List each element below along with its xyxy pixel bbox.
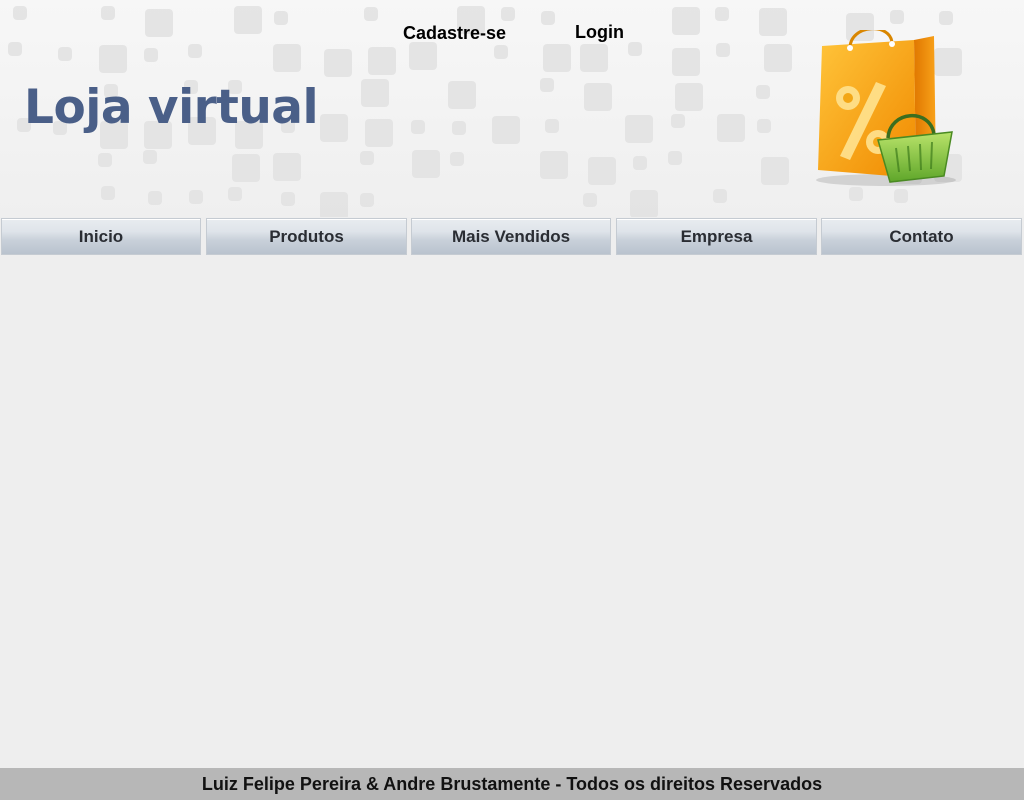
register-link[interactable]: Cadastre-se xyxy=(403,23,506,44)
nav-item-inicio[interactable]: Inicio xyxy=(1,218,201,255)
shopping-bag-percent-icon xyxy=(816,30,956,186)
login-link[interactable]: Login xyxy=(575,22,624,43)
nav-item-contato[interactable]: Contato xyxy=(821,218,1022,255)
footer: Luiz Felipe Pereira & Andre Brustamente … xyxy=(0,768,1024,800)
nav-item-produtos[interactable]: Produtos xyxy=(206,218,407,255)
nav-item-empresa[interactable]: Empresa xyxy=(616,218,817,255)
footer-copyright: Luiz Felipe Pereira & Andre Brustamente … xyxy=(201,773,823,794)
main-content xyxy=(0,255,1024,768)
nav-item-mais-vendidos[interactable]: Mais Vendidos xyxy=(411,218,611,255)
main-nav: Inicio Produtos Mais Vendidos Empresa Co… xyxy=(0,217,1024,255)
header-banner: Cadastre-se Login Loja virtual xyxy=(0,0,1024,217)
site-title: Loja virtual xyxy=(24,80,319,135)
